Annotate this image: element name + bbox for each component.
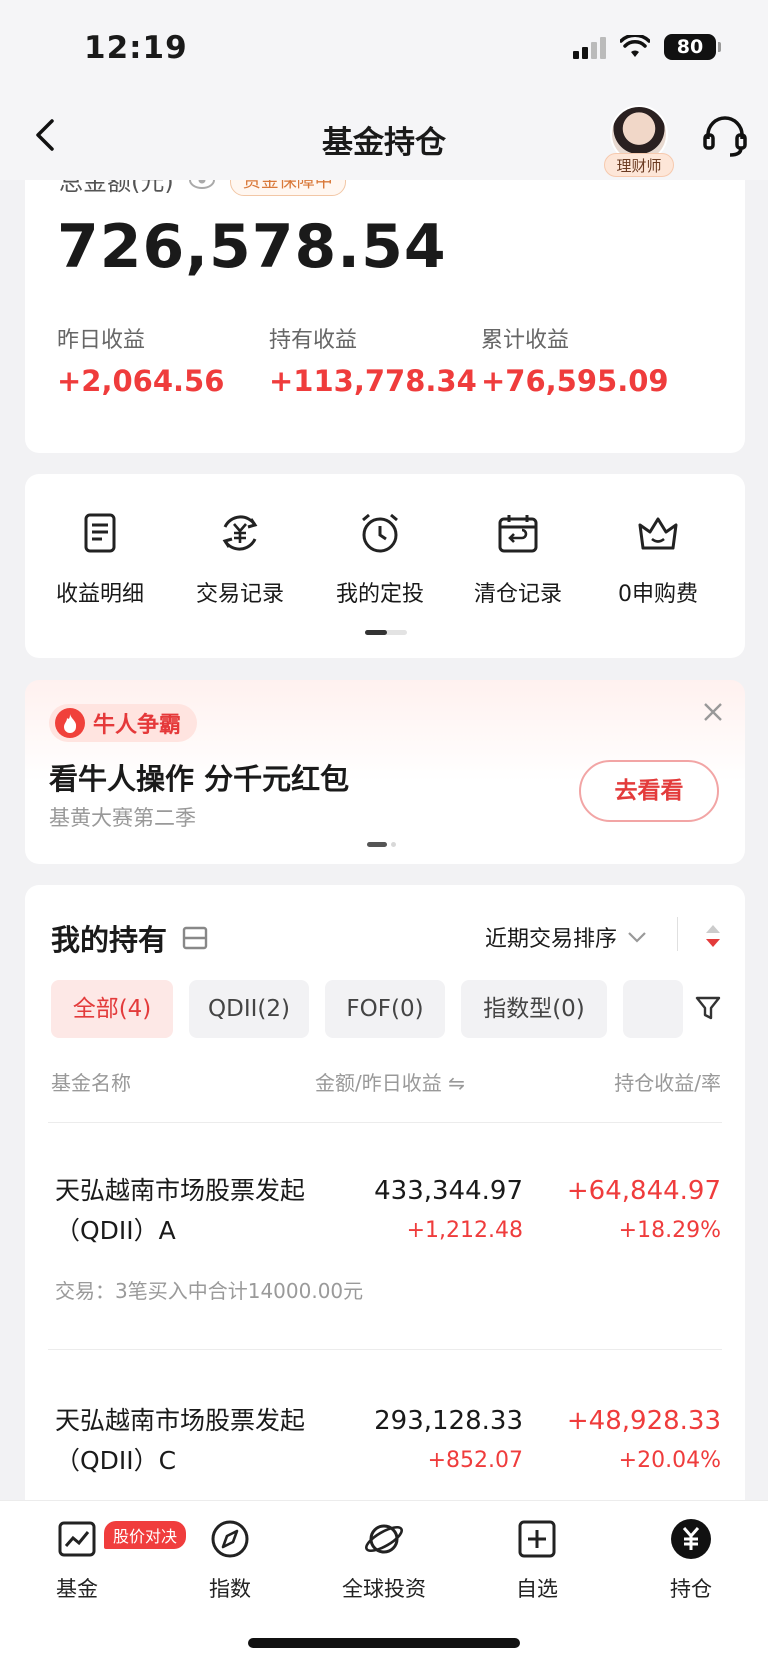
chip-all[interactable]: 全部(4) <box>51 980 173 1038</box>
wifi-icon <box>620 35 650 57</box>
sort-select-label: 近期交易排序 <box>485 927 618 952</box>
cellular-signal-icon <box>573 35 606 59</box>
column-header-name: 基金名称 <box>51 1071 131 1095</box>
tab-global-invest[interactable]: 全球投资 <box>329 1517 439 1603</box>
chip-index[interactable]: 指数型(0) <box>461 980 607 1038</box>
menu-label: 0申购费 <box>618 582 698 607</box>
stat-value: +2,064.56 <box>57 364 225 398</box>
column-header-amount[interactable]: 金额/昨日收益 ⇋ <box>315 1067 465 1096</box>
status-time: 12:19 <box>84 30 188 66</box>
menu-item-trade-records[interactable]: 交易记录 <box>175 510 305 608</box>
advisor-button[interactable]: 理财师 <box>604 105 674 177</box>
menu-label: 我的定投 <box>335 582 424 607</box>
filter-chips: 全部(4) QDII(2) FOF(0) 指数型(0) <box>51 980 721 1040</box>
yuan-exchange-icon <box>222 515 258 551</box>
chip-qdii[interactable]: QDII(2) <box>189 980 309 1038</box>
close-icon[interactable] <box>701 700 725 724</box>
stat-value: +76,595.09 <box>481 364 669 398</box>
fund-amount: 433,344.97 <box>374 1176 523 1206</box>
menu-label: 交易记录 <box>195 582 284 607</box>
total-amount: 726,578.54 <box>57 212 447 282</box>
fund-name: 天弘越南市场股票发起（QDII）C <box>55 1406 306 1475</box>
fire-icon <box>55 708 85 738</box>
alarm-clock-icon <box>362 513 398 553</box>
menu-item-clearance-records[interactable]: 清仓记录 <box>453 510 583 608</box>
planet-icon <box>365 1524 403 1554</box>
tab-label: 持仓 <box>670 1577 712 1601</box>
calendar-return-icon <box>498 515 538 553</box>
advisor-label: 理财师 <box>604 153 674 177</box>
menu-label: 清仓记录 <box>473 582 562 607</box>
fund-holding-rate: +18.29% <box>618 1218 721 1243</box>
holdings-title-label: 我的持有 <box>51 923 168 957</box>
status-icons: 80 <box>573 34 721 60</box>
fund-daily-income: +1,212.48 <box>406 1218 523 1243</box>
quick-menu-card: 收益明细 交易记录 我的定投 清仓记录 0申购费 <box>25 474 745 658</box>
tab-label: 全球投资 <box>342 1577 426 1601</box>
menu-page-indicator <box>365 630 407 635</box>
layout-toggle-icon[interactable] <box>181 925 209 951</box>
sort-order-icon[interactable] <box>703 921 723 951</box>
fund-row[interactable]: 天弘越南市场股票发起（QDII）C 293,128.33 +852.07 +48… <box>51 1401 721 1491</box>
compass-icon <box>211 1520 249 1558</box>
fund-holding-profit: +48,928.33 <box>566 1406 721 1436</box>
column-header-profit: 持仓收益/率 <box>614 1071 721 1095</box>
divider <box>48 1122 722 1123</box>
fund-daily-income: +852.07 <box>427 1448 523 1473</box>
battery-icon: 80 <box>664 34 721 60</box>
menu-label: 收益明细 <box>55 582 144 607</box>
stat-label: 累计收益 <box>481 328 570 353</box>
promo-subtitle: 基黄大赛第二季 <box>49 806 196 830</box>
promo-tag: 牛人争霸 <box>49 704 198 742</box>
tab-label: 基金 <box>56 1577 98 1601</box>
stat-yesterday: 昨日收益 +2,064.56 <box>57 322 224 398</box>
add-square-icon <box>518 1520 556 1558</box>
sort-divider <box>677 917 678 951</box>
sort-select[interactable]: 近期交易排序 <box>485 921 647 953</box>
fund-chart-icon <box>58 1521 96 1557</box>
document-icon <box>84 513 116 553</box>
tab-label: 自选 <box>516 1577 558 1601</box>
divider <box>48 1349 722 1350</box>
fund-amount: 293,128.33 <box>374 1406 523 1436</box>
promo-go-button[interactable]: 去看看 <box>579 760 719 822</box>
chip-fof[interactable]: FOF(0) <box>325 980 445 1038</box>
stat-cumulative: 累计收益 +76,595.09 <box>481 322 669 398</box>
asset-summary-card: 总金额(元) 资金保障中 726,578.54 昨日收益 +2,064.56 持… <box>25 150 745 453</box>
holdings-card: 我的持有 近期交易排序 全部(4) QDII(2) FOF(0) 指数型(0) … <box>25 885 745 1585</box>
promo-title: 看牛人操作 分千元红包 <box>49 762 350 796</box>
promo-page-indicator <box>367 842 396 847</box>
menu-item-zero-fee[interactable]: 0申购费 <box>593 510 723 608</box>
tab-label: 指数 <box>209 1577 251 1601</box>
tab-fund[interactable]: 基金 股价对决 <box>22 1517 187 1603</box>
menu-item-my-auto-invest[interactable]: 我的定投 <box>315 510 445 608</box>
menu-item-income-detail[interactable]: 收益明细 <box>35 510 165 608</box>
holdings-title: 我的持有 <box>51 917 209 959</box>
fund-holding-profit: +64,844.97 <box>566 1176 721 1206</box>
chip-more[interactable] <box>623 980 683 1038</box>
nav-bar: 基金持仓 理财师 <box>0 95 768 180</box>
tab-watchlist[interactable]: 自选 <box>482 1517 592 1603</box>
chevron-down-icon <box>628 932 646 943</box>
yuan-circle-icon <box>671 1519 711 1559</box>
crown-icon <box>638 517 678 550</box>
fund-holding-rate: +20.04% <box>618 1448 721 1473</box>
stat-label: 昨日收益 <box>57 328 146 353</box>
customer-service-icon[interactable] <box>700 111 750 161</box>
tab-holdings[interactable]: 持仓 <box>636 1517 746 1603</box>
tab-badge: 股价对决 <box>104 1521 187 1549</box>
tab-index[interactable]: 指数 <box>175 1517 285 1603</box>
stat-holding: 持有收益 +113,778.34 <box>269 322 477 398</box>
fund-row[interactable]: 天弘越南市场股票发起（QDII）A 433,344.97 +1,212.48 +… <box>51 1171 721 1311</box>
fund-name: 天弘越南市场股票发起（QDII）A <box>55 1176 306 1245</box>
stat-value: +113,778.34 <box>269 364 477 398</box>
home-indicator <box>248 1638 520 1648</box>
status-bar: 12:19 80 <box>0 0 768 95</box>
promo-banner[interactable]: 牛人争霸 看牛人操作 分千元红包 基黄大赛第二季 去看看 <box>25 680 745 864</box>
stat-label: 持有收益 <box>269 328 358 353</box>
filter-icon[interactable] <box>693 993 723 1023</box>
quick-menu-row: 收益明细 交易记录 我的定投 清仓记录 0申购费 <box>25 510 745 620</box>
promo-tag-label: 牛人争霸 <box>93 713 182 738</box>
fund-trade-note: 交易：3笔买入中合计14000.00元 <box>55 1279 364 1303</box>
